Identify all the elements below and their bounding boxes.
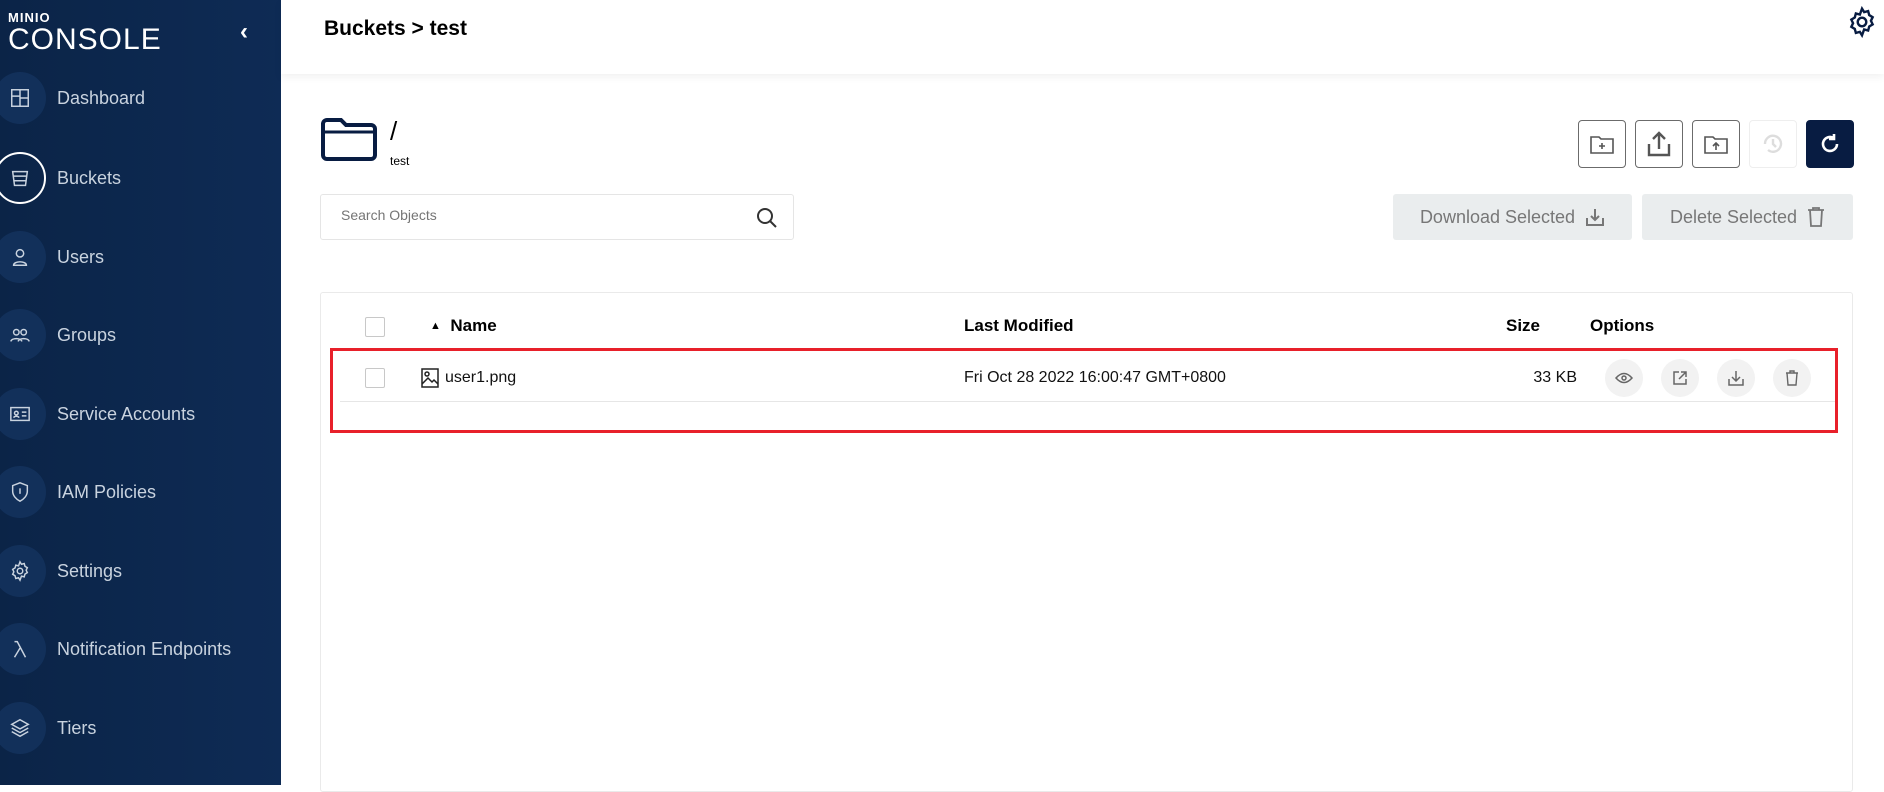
column-header-size[interactable]: Size [1506,316,1540,336]
highlight-annotation-box [330,348,1838,433]
sidebar-item-label: Buckets [57,167,122,188]
gear-icon [0,545,46,597]
sidebar: MINIO CONSOLE ‹ Dashboard Buckets Users Gro… [0,0,281,785]
sidebar-item-label: Notification Endpoints [57,638,232,659]
sidebar-item-label: Groups [57,324,117,345]
layers-icon [0,702,46,754]
delete-selected-button[interactable]: Delete Selected [1642,194,1853,240]
sidebar-item-label: Tiers [57,717,97,738]
upload-button[interactable] [1635,120,1683,168]
user-icon [0,231,46,283]
bucket-icon [0,152,46,204]
sidebar-item-notification-endpoints[interactable]: Notification Endpoints [0,619,281,679]
refresh-button[interactable] [1806,120,1854,168]
sidebar-item-label: Users [57,246,105,267]
page-header: Buckets > test [281,0,1884,74]
delete-selected-label: Delete Selected [1669,206,1798,227]
select-all-checkbox[interactable] [365,317,385,337]
sidebar-item-iam-policies[interactable]: IAM Policies [0,462,281,522]
column-header-last-modified[interactable]: Last Modified [964,316,1074,336]
sidebar-item-label: Settings [57,560,123,581]
id-card-icon [0,388,46,440]
minio-console-logo: MINIO CONSOLE [8,10,162,55]
download-selected-button[interactable]: Download Selected [1393,194,1632,240]
search-objects-field[interactable] [320,194,794,240]
search-icon[interactable] [755,206,779,235]
history-icon [1763,134,1783,153]
sidebar-item-tiers[interactable]: Tiers [0,698,281,758]
sidebar-item-label: Dashboard [57,87,146,108]
sidebar-item-groups[interactable]: Groups [0,305,281,365]
groups-icon [0,309,46,361]
download-icon [1586,209,1605,226]
download-selected-label: Download Selected [1419,206,1576,227]
search-input[interactable] [341,207,741,223]
sidebar-item-dashboard[interactable]: Dashboard [0,68,281,128]
column-header-name[interactable]: ▲ Name [430,316,497,336]
lambda-icon [0,623,46,675]
dashboard-icon [0,72,46,124]
logo-bottom: CONSOLE [8,23,162,56]
sidebar-item-buckets[interactable]: Buckets [0,148,281,208]
settings-gear-icon[interactable] [1846,5,1878,43]
column-header-options: Options [1590,316,1655,335]
bucket-name: test [390,154,410,168]
create-folder-button[interactable] [1578,120,1626,168]
sidebar-item-label: Service Accounts [57,403,196,424]
sidebar-item-settings[interactable]: Settings [0,541,281,601]
collapse-sidebar-chevron-icon[interactable]: ‹ [240,18,248,46]
folder-upload-icon [1704,136,1728,154]
breadcrumb: Buckets > test [324,17,467,40]
upload-folder-button[interactable] [1692,120,1740,168]
rewind-button[interactable] [1749,120,1797,168]
current-path: / [390,116,398,146]
refresh-icon [1821,134,1839,153]
folder-plus-icon [1590,136,1614,154]
sidebar-item-service-accounts[interactable]: Service Accounts [0,384,281,444]
trash-icon [1808,207,1825,227]
folder-icon [320,116,378,167]
sidebar-item-label: IAM Policies [57,481,157,502]
upload-icon [1647,131,1671,157]
sidebar-item-users[interactable]: Users [0,227,281,287]
name-header-label: Name [450,316,497,335]
sort-asc-icon: ▲ [430,320,441,332]
shield-icon [0,466,46,518]
